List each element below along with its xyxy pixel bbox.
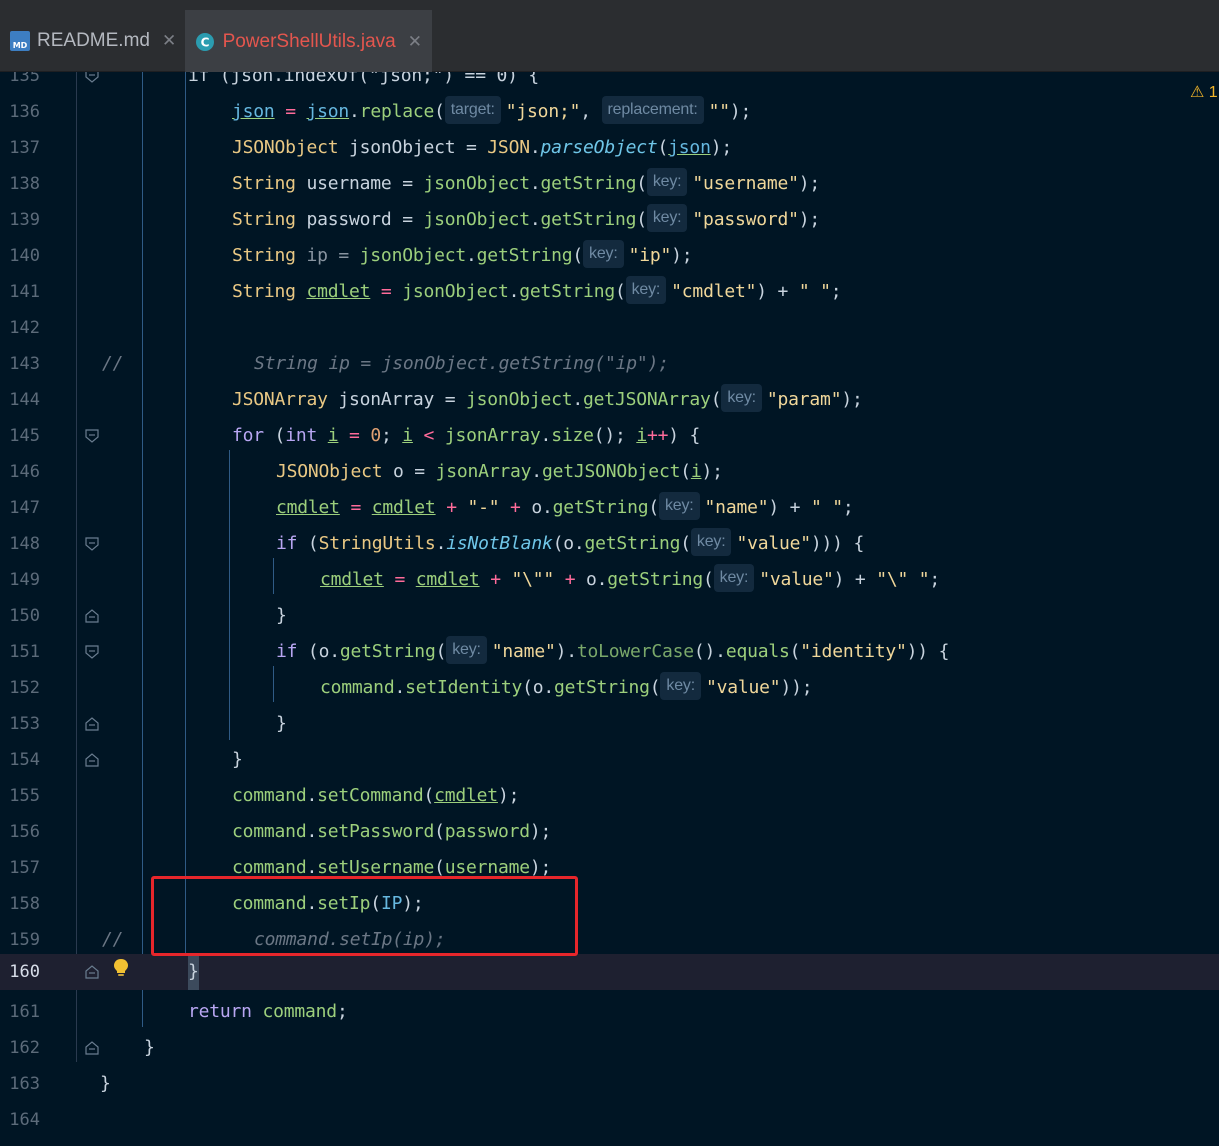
code-line[interactable]: 144 JSONArray jsonArray = jsonObject.get… xyxy=(0,382,1219,418)
code-line[interactable]: 161 return command; xyxy=(0,994,1219,1030)
tab-label: PowerShellUtils.java xyxy=(222,31,396,52)
code-line[interactable]: 140 String ip = jsonObject.getString(key… xyxy=(0,238,1219,274)
param-hint: key: xyxy=(660,672,701,700)
code-line[interactable]: 152 command.setIdentity(o.getString(key:… xyxy=(0,670,1219,706)
code-line-current[interactable]: 160 } xyxy=(0,954,1219,990)
code-line[interactable]: 163 } xyxy=(0,1066,1219,1102)
param-hint: key: xyxy=(713,564,755,592)
code-line[interactable]: 147 cmdlet = cmdlet + "-" + o.getString(… xyxy=(0,490,1219,526)
code-line[interactable]: 139 String password = jsonObject.getStri… xyxy=(0,202,1219,238)
code-line[interactable]: 136 json = json.replace(target: "json;", … xyxy=(0,94,1219,130)
fold-icon[interactable] xyxy=(85,429,99,443)
markdown-file-icon: MD xyxy=(10,30,30,52)
param-hint: key: xyxy=(646,204,688,232)
code-editor[interactable]: 135 if (json.indexOf("json;") == 0) { 13… xyxy=(0,72,1219,1146)
code-line[interactable]: 155 command.setCommand(cmdlet); xyxy=(0,778,1219,814)
code-line[interactable]: 149 cmdlet = cmdlet + "\"" + o.getString… xyxy=(0,562,1219,598)
param-hint: key: xyxy=(721,384,762,412)
param-hint: key: xyxy=(625,276,667,304)
param-hint: key: xyxy=(583,240,624,268)
lightbulb-icon[interactable] xyxy=(113,958,129,978)
code-line[interactable]: 137 JSONObject jsonObject = JSON.parseOb… xyxy=(0,130,1219,166)
param-hint: key: xyxy=(646,168,688,196)
fold-icon[interactable] xyxy=(85,72,99,83)
java-class-icon: C xyxy=(195,31,216,53)
fold-end-icon[interactable] xyxy=(85,965,99,979)
code-line[interactable]: 148 if (StringUtils.isNotBlank(o.getStri… xyxy=(0,526,1219,562)
param-hint: key: xyxy=(659,492,700,520)
code-line[interactable]: 150 } xyxy=(0,598,1219,634)
code-line[interactable]: 154 } xyxy=(0,742,1219,778)
fold-end-icon[interactable] xyxy=(85,753,99,767)
highlight-box xyxy=(151,876,578,956)
param-hint: key: xyxy=(446,636,487,664)
close-icon[interactable]: ✕ xyxy=(162,31,176,51)
editor-tab-bar: MD README.md ✕ C PowerShellUtils.java ✕ xyxy=(0,0,1219,72)
code-line[interactable]: 135 if (json.indexOf("json;") == 0) { xyxy=(0,72,1219,94)
code-line[interactable]: 164 xyxy=(0,1102,1219,1138)
fold-icon[interactable] xyxy=(85,537,99,551)
fold-end-icon[interactable] xyxy=(85,717,99,731)
param-hint: key: xyxy=(690,528,732,556)
svg-text:C: C xyxy=(201,36,210,50)
fold-end-icon[interactable] xyxy=(85,1041,99,1055)
tab-powershellutils[interactable]: C PowerShellUtils.java ✕ xyxy=(185,10,432,72)
code-line[interactable]: 153 } xyxy=(0,706,1219,742)
code-line[interactable]: 138 String username = jsonObject.getStri… xyxy=(0,166,1219,202)
code-line[interactable]: 151 if (o.getString(key: "name").toLowerC… xyxy=(0,634,1219,670)
code-line[interactable]: 143 // String ip = jsonObject.getString(… xyxy=(0,346,1219,382)
close-icon[interactable]: ✕ xyxy=(408,32,422,52)
tab-label: README.md xyxy=(37,30,150,51)
code-line[interactable]: 141 String cmdlet = jsonObject.getString… xyxy=(0,274,1219,310)
code-line[interactable]: 145 for (int i = 0; i < jsonArray.size()… xyxy=(0,418,1219,454)
code-line[interactable]: 142 xyxy=(0,310,1219,346)
param-hint: target: xyxy=(444,96,501,124)
fold-end-icon[interactable] xyxy=(85,609,99,623)
fold-icon[interactable] xyxy=(85,645,99,659)
tab-readme[interactable]: MD README.md ✕ xyxy=(0,10,182,72)
code-line[interactable]: 146 JSONObject o = jsonArray.getJSONObje… xyxy=(0,454,1219,490)
param-hint: replacement: xyxy=(601,96,704,124)
code-line[interactable]: 156 command.setPassword(password); xyxy=(0,814,1219,850)
code-line[interactable]: 162 } xyxy=(0,1030,1219,1066)
